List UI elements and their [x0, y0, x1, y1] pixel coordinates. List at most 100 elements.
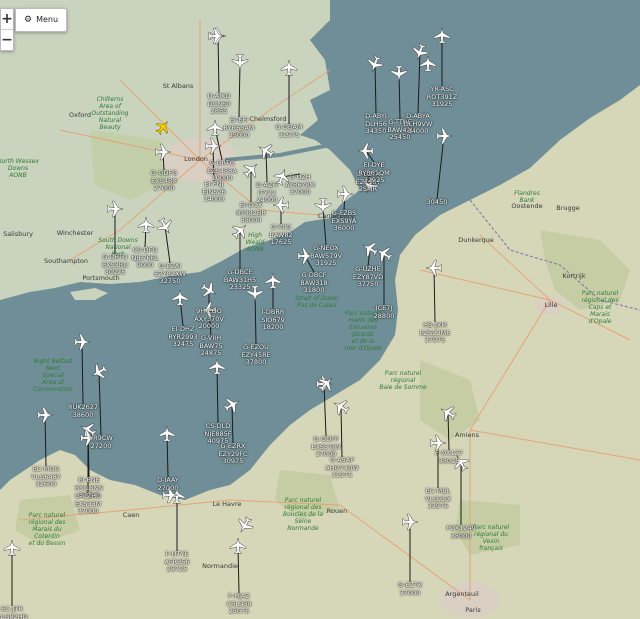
- zoom-out-button[interactable]: −: [1, 30, 13, 50]
- aircraft-info: 32750: [159, 277, 181, 285]
- plane-11-label[interactable]: G-EZAI EZY82XW 32750: [154, 262, 186, 286]
- aircraft-info: 38600: [72, 410, 94, 419]
- aircraft-info: 28800: [373, 311, 395, 320]
- plane-24-label[interactable]: G-DBCF BAW318 31800: [300, 271, 327, 295]
- aircraft-icon[interactable]: [435, 127, 453, 145]
- plane-21-leader-line: [417, 51, 421, 114]
- aircraft-icon[interactable]: [208, 358, 226, 376]
- plane-28-label[interactable]: G-VIIH BAW75 24875: [199, 334, 222, 358]
- aircraft-info: 31975: [278, 130, 300, 139]
- plane-13-label[interactable]: G-DRTU EXS3RU 30925: [102, 253, 128, 277]
- plane-21-label[interactable]: D-ABYA DLH9VW 34000: [404, 112, 433, 136]
- plane-39-label[interactable]: F-OX1Z7 38025: [435, 449, 463, 465]
- plane-9-label[interactable]: G-UZH AYR6?8M 37000: [285, 173, 315, 197]
- aircraft-info: 33975: [427, 502, 449, 510]
- aircraft-info: 31975: [331, 471, 353, 479]
- plane-18-label[interactable]: G-EZBS EXS9YA 36000: [332, 209, 357, 233]
- plane-27-label[interactable]: EI-DHZ RYR2993 32475: [168, 325, 197, 349]
- aircraft-info: 2855: [210, 107, 228, 115]
- plane-45-label[interactable]: FOX1249 38000: [446, 524, 475, 540]
- plane-25-label[interactable]: I-DBRR SIO679 18200: [261, 308, 285, 332]
- aircraft-icon[interactable]: [154, 215, 176, 237]
- plane-33-label[interactable]: RUK2627 38600: [68, 403, 98, 419]
- aircraft-icon[interactable]: [229, 537, 247, 555]
- plane-43-label[interactable]: G-UZHO EXS33M 37000: [75, 492, 102, 516]
- plane-44-label[interactable]: D-IAAY 27000: [157, 476, 179, 492]
- menu-button[interactable]: ⚙ Menu: [15, 8, 68, 32]
- aircraft-icon[interactable]: [106, 200, 124, 218]
- plane-30-label[interactable]: ICE7J 28800: [373, 304, 395, 320]
- aircraft-icon[interactable]: [401, 513, 419, 531]
- flight-map[interactable]: London Oxford Chelmsford Canterbury Winchest…: [0, 0, 640, 619]
- aircraft-icon[interactable]: [207, 27, 225, 45]
- aircraft-icon[interactable]: [204, 137, 222, 155]
- plane-26-label[interactable]: 9H-EOO AXY370V 20000: [194, 307, 224, 331]
- aircraft-info: 37000: [399, 588, 421, 597]
- aircraft-icon[interactable]: [419, 55, 437, 73]
- aircraft-info: 37000: [77, 507, 99, 515]
- plane-48-label[interactable]: G-EZTK 37000: [398, 581, 422, 597]
- aircraft-icon[interactable]: [357, 142, 375, 160]
- plane-32-leader-line: [436, 135, 445, 200]
- plane-19-label[interactable]: D-ABYI DLH56 34350: [365, 112, 387, 136]
- aircraft-icon[interactable]: [433, 27, 451, 45]
- aircraft-icon[interactable]: [137, 216, 155, 234]
- aircraft-info: 25075: [228, 607, 250, 615]
- plane-46-label[interactable]: F-HTYE AFR356 28725: [164, 550, 189, 574]
- plane-1-label[interactable]: D-AIKD DCN60 2855: [208, 92, 231, 116]
- aircraft-icon[interactable]: [231, 53, 249, 71]
- plane-5-label[interactable]: G-GDFG EXS4BX 27000: [151, 169, 177, 193]
- aircraft-icon[interactable]: [154, 143, 172, 161]
- plane-41-label[interactable]: EC-MOG VLG648Y 32600: [31, 465, 60, 489]
- plane-41-leader-line: [44, 414, 47, 467]
- aircraft-icon[interactable]: [314, 197, 332, 215]
- plane-34-label[interactable]: YR9CW 27200: [89, 434, 113, 450]
- plane-12-label[interactable]: CS-DFG NJE766L 9000: [132, 246, 159, 270]
- plane-17-label[interactable]: G-NEOX BAW579V 31925: [310, 244, 342, 268]
- aircraft-icon[interactable]: [264, 272, 282, 290]
- plane-49-label[interactable]: EC-JTRVLG82HD: [0, 605, 28, 619]
- aircraft-info: 24000: [256, 196, 278, 204]
- aircraft-icon[interactable]: [206, 119, 224, 137]
- menu-label: Menu: [36, 15, 59, 24]
- aircraft-icon[interactable]: [336, 185, 354, 203]
- plane-7-label[interactable]: EI-DCX RYR82BR 38000: [236, 201, 266, 225]
- zoom-in-button[interactable]: +: [1, 9, 13, 30]
- aircraft-info: 38000: [240, 216, 262, 224]
- plane-4-label[interactable]: EI-FNJ EIN526 34000: [202, 180, 225, 204]
- plane-23-label[interactable]: G-UZHE EZY87VD 37750: [353, 265, 383, 289]
- aircraft-info: 36000: [333, 224, 355, 232]
- plane-16-label[interactable]: EI-DYE RYR61QM 32925: [358, 161, 390, 185]
- aircraft-info: 24875: [200, 349, 222, 357]
- plane-36-label[interactable]: G-EZRX EZY29FC 30975: [218, 442, 247, 466]
- aircraft-icon[interactable]: [158, 425, 176, 443]
- plane-22-label[interactable]: YR-ASC ROT391Z 31925: [427, 85, 457, 109]
- plane-40-label[interactable]: EC-MBL VLG25X 33975: [425, 487, 451, 511]
- plane-14-label[interactable]: G-DBCE BAW31H5 23325: [224, 268, 256, 292]
- plane-47-label[interactable]: F-HJAZ CRL938 25075: [226, 592, 251, 616]
- plane-32-label[interactable]: 30450: [427, 198, 448, 207]
- aircraft-icon[interactable]: [36, 406, 54, 424]
- aircraft-icon[interactable]: [390, 64, 408, 82]
- plane-8-label[interactable]: D-AZFI ITY22 24000: [256, 181, 278, 205]
- aircraft-layer: [3, 27, 470, 606]
- aircraft-icon[interactable]: [171, 289, 189, 307]
- aircraft-info: 35000: [228, 131, 250, 139]
- plane-10-label[interactable]: G-VIIG BAW82 17625: [269, 223, 292, 247]
- plane-31-label[interactable]: HB-JXM EZS23ME 37975: [420, 321, 451, 345]
- aircraft-icon[interactable]: [3, 539, 21, 557]
- aircraft-icon[interactable]: [73, 333, 91, 351]
- plane-6-label[interactable]: G-DBAM 31975: [276, 123, 303, 139]
- plane-39-leader-line: [447, 412, 450, 451]
- aircraft-icon[interactable]: [234, 514, 256, 536]
- plane-2-label[interactable]: EI-EFI RYR63AM 35000: [224, 116, 255, 140]
- aircraft-info: 9000: [136, 261, 154, 269]
- aircraft-icon[interactable]: [425, 259, 443, 277]
- aircraft-info: 37000: [289, 188, 311, 196]
- aircraft-icon[interactable]: [280, 59, 298, 77]
- aircraft-info: 31925: [315, 259, 337, 267]
- plane-38-label[interactable]: G-ASAP AHO740W 31975: [325, 456, 358, 480]
- plane-38-leader-line: [340, 406, 343, 458]
- aircraft-icon[interactable]: [359, 238, 381, 260]
- plane-29-label[interactable]: G-EZOU EZY45RE 37800: [241, 343, 270, 367]
